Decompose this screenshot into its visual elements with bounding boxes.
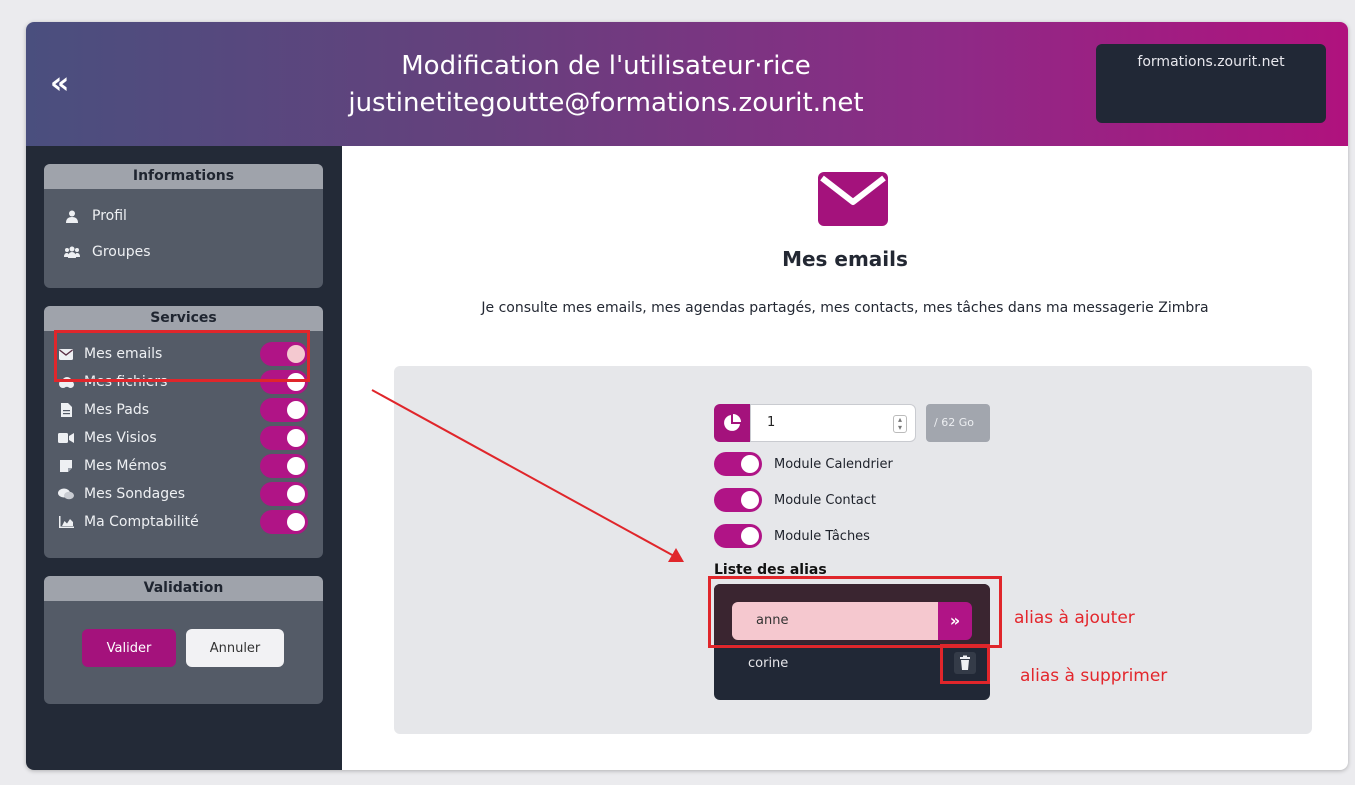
annotation-arrow: [371, 389, 684, 562]
annotation-delete: alias à supprimer: [1020, 666, 1168, 686]
app-window: « Modification de l'utilisateur·rice jus…: [26, 22, 1348, 770]
annotation-add: alias à ajouter: [1014, 608, 1135, 628]
